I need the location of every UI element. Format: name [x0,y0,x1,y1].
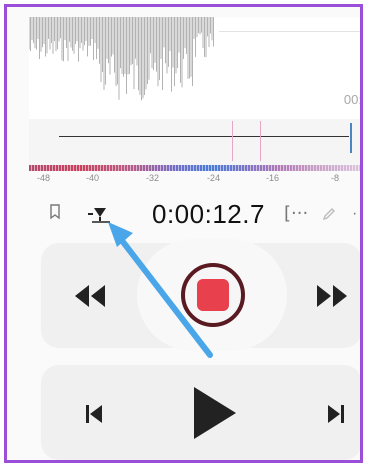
timeline-track [59,136,349,137]
waveform[interactable]: 00: [29,17,362,119]
elapsed-time: 0:00:12.7 [152,199,265,229]
more-icon[interactable]: · [352,205,357,223]
bracket-icon[interactable]: [··· [284,203,308,224]
record-controls [41,239,360,351]
waveform-divider [219,31,360,32]
skip-next-icon[interactable] [323,401,349,427]
waveform-graph [29,17,214,101]
playback-controls [41,365,360,460]
timeline-marker[interactable] [260,121,261,161]
recorder-screen: 00: -48 -40 -32 -24 -16 -8 0:00:12.7 [··… [7,7,360,460]
stop-button[interactable] [181,263,245,327]
level-tick: -40 [86,173,100,183]
recorder-toolbar: 0:00:12.7 [··· · [29,195,360,235]
level-tick: -48 [37,173,51,183]
level-scale: -48 -40 -32 -24 -16 -8 [29,173,360,187]
waveform-timestamp: 00: [343,92,362,107]
skip-previous-icon[interactable] [81,401,107,427]
pencil-icon[interactable] [322,207,336,226]
level-tick: -8 [331,173,340,183]
play-icon[interactable] [188,383,238,443]
fast-forward-icon[interactable] [311,281,351,311]
bookmark-icon[interactable] [49,204,61,225]
level-meter [29,165,360,171]
stop-icon [197,279,229,311]
level-tick: -32 [146,173,160,183]
timeline-marker[interactable] [232,121,233,161]
level-tick: -16 [266,173,280,183]
app-frame: 00: -48 -40 -32 -24 -16 -8 0:00:12.7 [··… [4,4,363,463]
trim-icon[interactable] [87,205,113,228]
timeline[interactable] [29,119,360,167]
level-tick: -24 [207,173,221,183]
rewind-icon[interactable] [71,281,111,311]
timeline-playhead[interactable] [350,123,352,153]
